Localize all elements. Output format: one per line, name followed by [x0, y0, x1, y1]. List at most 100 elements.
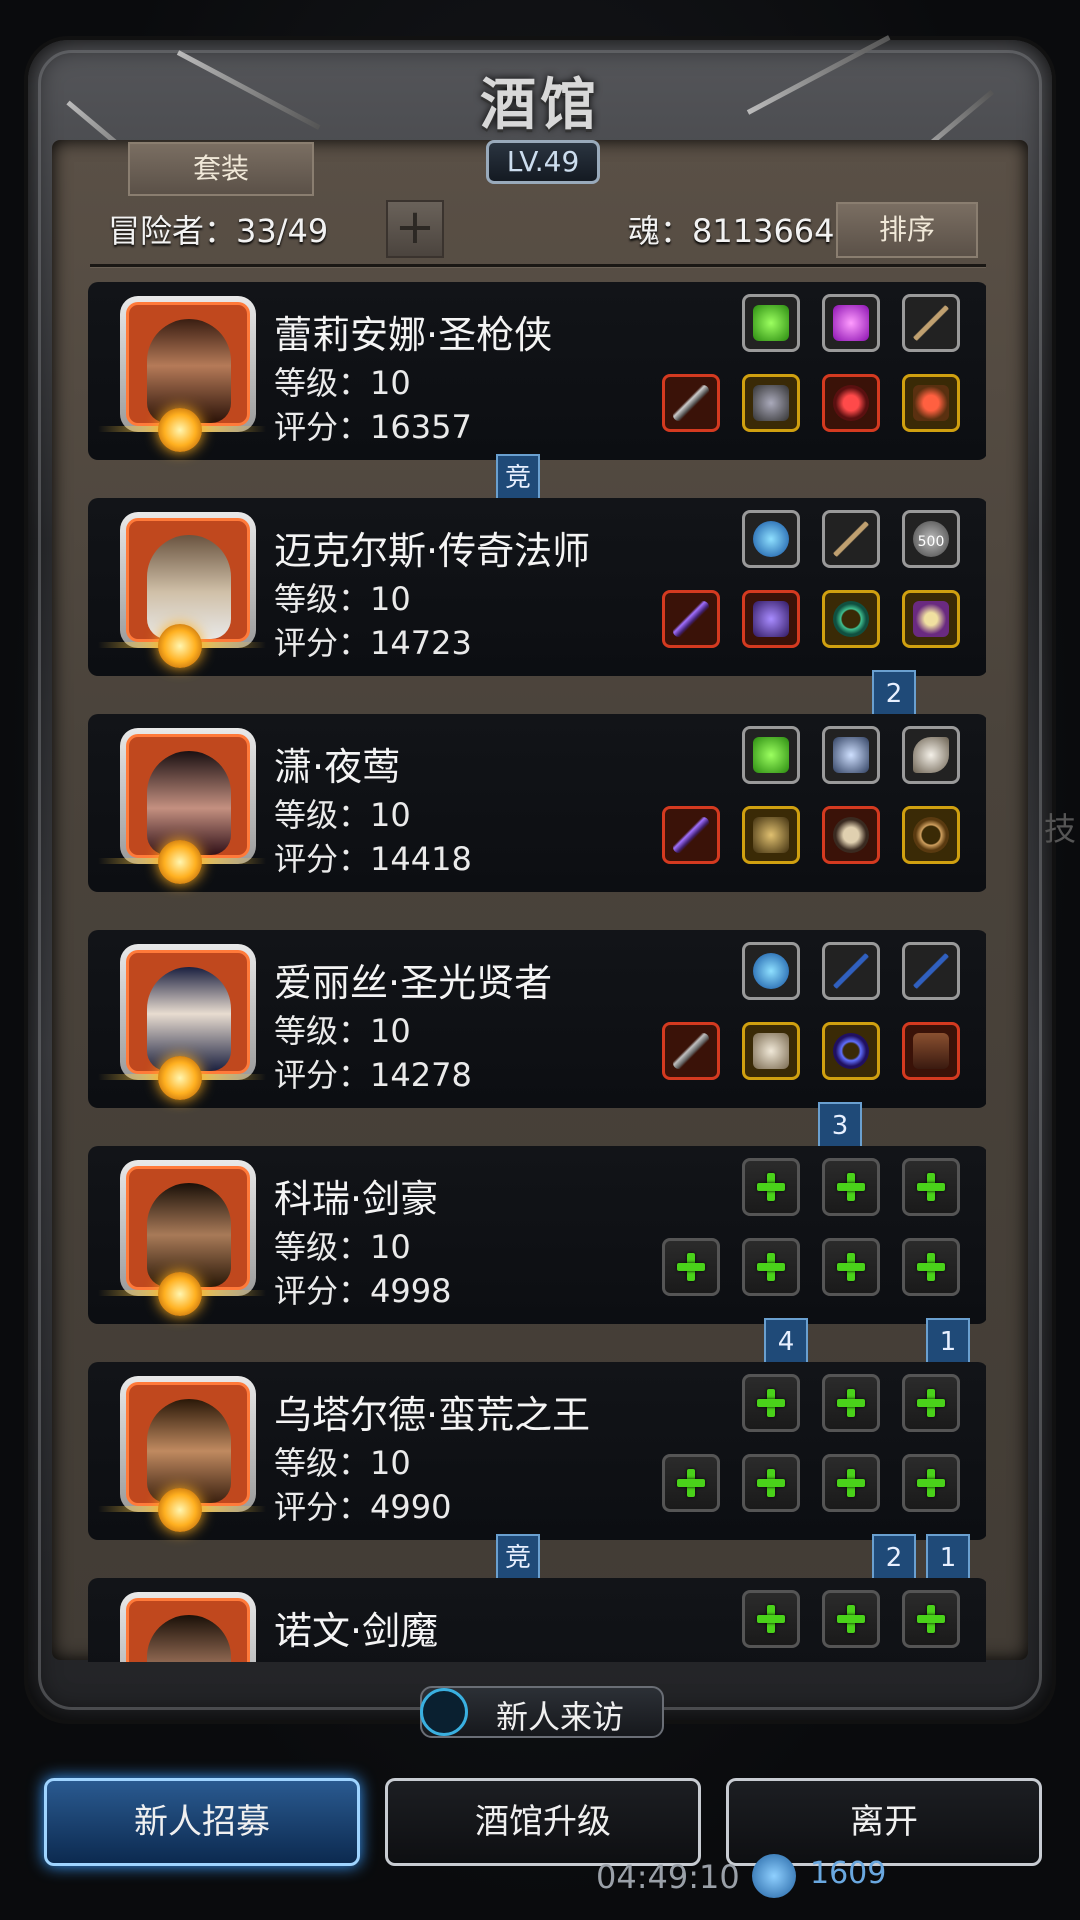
- equip-slot[interactable]: [822, 510, 880, 568]
- hero-name: 迈克尔斯·传奇法师: [274, 529, 591, 573]
- add-equip-icon: [677, 1253, 705, 1281]
- add-equip-icon: [757, 1469, 785, 1497]
- equip-slot[interactable]: [822, 294, 880, 352]
- equip-slot[interactable]: [822, 374, 880, 432]
- hero-card[interactable]: 诺文·剑魔 等级：10: [88, 1578, 986, 1662]
- empty-slot[interactable]: [662, 1454, 720, 1512]
- equip-slot[interactable]: [742, 1022, 800, 1080]
- equip-slot[interactable]: [742, 806, 800, 864]
- add-equip-icon: [677, 1469, 705, 1497]
- ring-icon: [833, 385, 869, 421]
- hero-name: 乌塔尔德·蛮荒之王: [274, 1393, 591, 1437]
- leave-button[interactable]: 离开: [726, 1778, 1042, 1866]
- empty-slot[interactable]: [742, 1454, 800, 1512]
- equip-slot[interactable]: [742, 294, 800, 352]
- tavern-level-badge: LV.49: [486, 140, 600, 184]
- empty-slot[interactable]: [902, 1374, 960, 1432]
- equip-slot[interactable]: [742, 942, 800, 1000]
- hero-name: 潇·夜莺: [274, 745, 401, 789]
- add-adventurer-button[interactable]: +: [386, 200, 444, 258]
- rank-emblem-icon: [158, 624, 202, 668]
- equip-slot[interactable]: [662, 1022, 720, 1080]
- hero-list[interactable]: 蕾莉安娜·圣枪侠 等级：10 评分：16357 竞 迈克尔斯·传奇法师 等级：1…: [86, 280, 986, 1662]
- empty-slot[interactable]: [822, 1374, 880, 1432]
- sort-button[interactable]: 排序: [836, 202, 978, 258]
- blue-orb-icon: [753, 953, 789, 989]
- ring-icon: [833, 601, 869, 637]
- equip-slot[interactable]: [902, 590, 960, 648]
- empty-slot[interactable]: [742, 1158, 800, 1216]
- upgrade-tavern-button[interactable]: 酒馆升级: [385, 1778, 701, 1866]
- empty-slot[interactable]: [662, 1238, 720, 1296]
- rank-emblem-icon: [158, 1488, 202, 1532]
- empty-slot[interactable]: [822, 1238, 880, 1296]
- set-button[interactable]: 套装: [128, 142, 314, 196]
- add-equip-icon: [837, 1469, 865, 1497]
- equip-slot[interactable]: [662, 590, 720, 648]
- green-crystal-icon: [753, 737, 789, 773]
- equip-slot[interactable]: [822, 1022, 880, 1080]
- equip-slot[interactable]: [662, 374, 720, 432]
- equip-slot[interactable]: [902, 294, 960, 352]
- hero-card[interactable]: 乌塔尔德·蛮荒之王 等级：10 评分：4990: [88, 1362, 986, 1540]
- hero-card[interactable]: 爱丽丝·圣光贤者 等级：10 评分：14278: [88, 930, 986, 1108]
- empty-slot[interactable]: [902, 1590, 960, 1648]
- equip-slot[interactable]: [662, 806, 720, 864]
- armor-icon: [753, 601, 789, 637]
- equip-slot[interactable]: [902, 942, 960, 1000]
- badge-500-icon: 500: [913, 521, 949, 557]
- equip-slot[interactable]: [822, 590, 880, 648]
- empty-slot[interactable]: [902, 1454, 960, 1512]
- hero-score: 评分：4998: [274, 1272, 452, 1310]
- hero-level: 等级：10: [274, 580, 411, 618]
- rank-emblem-icon: [158, 408, 202, 452]
- hero-card[interactable]: 科瑞·剑豪 等级：10 评分：4998: [88, 1146, 986, 1324]
- equip-slot[interactable]: [822, 806, 880, 864]
- equip-slot[interactable]: [742, 510, 800, 568]
- hero-name: 蕾莉安娜·圣枪侠: [274, 313, 553, 357]
- hero-level: 等级：10: [274, 796, 411, 834]
- hero-card[interactable]: 蕾莉安娜·圣枪侠 等级：10 评分：16357: [88, 282, 986, 460]
- add-equip-icon: [917, 1173, 945, 1201]
- bow-icon: [913, 953, 949, 989]
- add-equip-icon: [837, 1253, 865, 1281]
- hero-score: 评分：16357: [274, 408, 472, 446]
- equip-slot[interactable]: [902, 1022, 960, 1080]
- recruit-button[interactable]: 新人招募: [44, 1778, 360, 1866]
- empty-slot[interactable]: [902, 1238, 960, 1296]
- equip-slot[interactable]: [902, 726, 960, 784]
- armor-icon: [753, 817, 789, 853]
- equip-slot[interactable]: [742, 590, 800, 648]
- empty-slot[interactable]: [822, 1454, 880, 1512]
- equip-slot[interactable]: [742, 374, 800, 432]
- equip-slot[interactable]: 500: [902, 510, 960, 568]
- empty-slot[interactable]: [742, 1590, 800, 1648]
- new-visitor-label: 新人来访: [496, 1698, 625, 1736]
- blue-orb-icon: [753, 521, 789, 557]
- ring-icon: [833, 817, 869, 853]
- empty-slot[interactable]: [902, 1158, 960, 1216]
- equip-slot[interactable]: [902, 374, 960, 432]
- equip-slot[interactable]: [902, 806, 960, 864]
- equip-slot[interactable]: [742, 726, 800, 784]
- empty-slot[interactable]: [822, 1158, 880, 1216]
- hero-score: 评分：4990: [274, 1488, 452, 1526]
- header-divider: [90, 264, 986, 267]
- hero-card[interactable]: 潇·夜莺 等级：10 评分：14418: [88, 714, 986, 892]
- empty-slot[interactable]: [742, 1374, 800, 1432]
- title-plate: 酒馆: [445, 60, 635, 140]
- equip-slot[interactable]: [822, 726, 880, 784]
- emblem-icon: [833, 737, 869, 773]
- bow-icon: [833, 953, 869, 989]
- hero-card[interactable]: 迈克尔斯·传奇法师 等级：10 评分：14723 500: [88, 498, 986, 676]
- background-text: 技: [1044, 810, 1077, 848]
- purple-gem-icon: [833, 305, 869, 341]
- equip-slot[interactable]: [822, 942, 880, 1000]
- hero-portrait[interactable]: [120, 1592, 256, 1662]
- empty-slot[interactable]: [742, 1238, 800, 1296]
- hammer-icon: [673, 1033, 709, 1069]
- add-equip-icon: [917, 1605, 945, 1633]
- empty-slot[interactable]: [822, 1590, 880, 1648]
- hero-score: 评分：14278: [274, 1056, 472, 1094]
- add-equip-icon: [917, 1389, 945, 1417]
